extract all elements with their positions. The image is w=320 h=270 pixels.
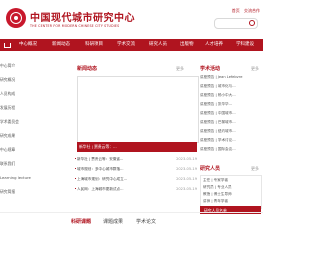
- activity-item[interactable]: 讲座预告 | 张华华...: [200, 102, 260, 110]
- news-item[interactable]: 上海城市规划：研究中心成立... 2023-05-19: [75, 175, 197, 184]
- news-item[interactable]: 人民网：上海城市更新试点... 2023-05-19: [75, 185, 197, 194]
- news-section-title: 新闻动态: [77, 66, 98, 72]
- left-list-item[interactable]: 人员构成: [0, 88, 66, 100]
- nav-item-training[interactable]: 人才培养: [205, 39, 223, 51]
- site-title-cn: 中国现代城市研究中心: [30, 13, 135, 24]
- news-item-date: 2023-05-19: [176, 177, 197, 181]
- news-item-title: 人民网：上海城市更新试点...: [77, 187, 124, 191]
- activities-section-title: 学术活动: [200, 66, 221, 72]
- news-item-date: 2023-05-19: [176, 167, 197, 171]
- divider: [0, 212, 263, 213]
- bullet-icon: [75, 178, 76, 179]
- header-link-home[interactable]: 首页: [232, 8, 240, 13]
- left-list-item[interactable]: 联系我们: [0, 158, 66, 170]
- activities-list: 讲座预告 | Jean Lefebvre 讲座预告 | 城市化与... 讲座预告…: [200, 75, 260, 155]
- researcher-item[interactable]: 研究员 | 专业人员: [203, 185, 259, 191]
- home-icon: [4, 43, 11, 48]
- activity-item[interactable]: 讲座预告 | 纽约城市...: [200, 129, 260, 137]
- tab-results[interactable]: 课题成果: [103, 218, 123, 225]
- nav-item-publications[interactable]: 出版物: [180, 39, 194, 51]
- nav-item-researchers[interactable]: 研究人员: [149, 39, 167, 51]
- activity-item[interactable]: 讲座预告 | 学术讨论...: [200, 138, 260, 146]
- news-item-title: 新华社 | 贾贵云等：安徽省...: [77, 157, 124, 161]
- left-list-item[interactable]: 中心简介: [0, 60, 66, 72]
- news-item-date: 2023-05-19: [176, 157, 197, 161]
- researchers-section-title: 研究人员: [200, 166, 221, 172]
- activity-item[interactable]: 讲座预告 | Jean Lefebvre: [200, 75, 260, 83]
- left-list-item[interactable]: 发展历程: [0, 102, 66, 114]
- left-list-item[interactable]: 学术委员会: [0, 116, 66, 128]
- main-nav: 中心概况 新闻动态 科研项目 学术交流 研究人员 出版物 人才培养 学科建设: [0, 39, 263, 51]
- header-link-cooperation[interactable]: 交流合作: [244, 8, 260, 13]
- news-item[interactable]: 城市规划：多中心城市群落... 2023-05-19: [75, 165, 197, 174]
- researcher-item[interactable]: 讲师 | 青年学者: [203, 199, 259, 205]
- nav-item-projects[interactable]: 科研项目: [85, 39, 103, 51]
- bullet-icon: [75, 188, 76, 189]
- search-input[interactable]: [214, 18, 258, 29]
- news-image-caption[interactable]: 新华社 | 贾贵云等：...: [77, 142, 197, 160]
- left-list-item[interactable]: Learning lecture: [0, 172, 66, 184]
- activity-item[interactable]: 讲座预告 | 巴黎城市...: [200, 120, 260, 128]
- activity-item[interactable]: 讲座预告 | 杨小中大...: [200, 93, 260, 101]
- left-list-item[interactable]: 研究概况: [0, 74, 66, 86]
- tab-projects[interactable]: 科研课题: [71, 218, 91, 225]
- left-list-item[interactable]: 研究成果: [0, 130, 66, 142]
- footer-area: [0, 248, 263, 270]
- researcher-item[interactable]: 教授 | 博士生导师: [203, 192, 259, 198]
- news-item-date: 2023-05-19: [176, 187, 197, 191]
- news-list: 新华社 | 贾贵云等：安徽省... 2023-05-19 城市规划：多中心城市群…: [75, 155, 197, 211]
- left-list-item[interactable]: 中心规章: [0, 144, 66, 156]
- nav-item-overview[interactable]: 中心概况: [19, 39, 37, 51]
- search-icon[interactable]: [249, 20, 255, 26]
- news-image-caption-text: 新华社 | 贾贵云等：...: [79, 144, 117, 149]
- news-more-link[interactable]: 更多: [176, 66, 184, 72]
- researchers-box: 主任 | 专家学者 研究员 | 专业人员 教授 | 博士生导师 讲师 | 青年学…: [200, 175, 262, 209]
- nav-item-discipline[interactable]: 学科建设: [236, 39, 254, 51]
- news-item-title: 城市规划：多中心城市群落...: [77, 167, 124, 171]
- activity-item[interactable]: 讲座预告 | 国际会议...: [200, 147, 260, 155]
- news-item-title: 上海城市规划：研究中心成立...: [77, 177, 128, 181]
- researcher-item[interactable]: 主任 | 专家学者: [203, 178, 259, 184]
- header-links: 首页 交流合作: [229, 8, 260, 14]
- logo-icon: [6, 8, 26, 28]
- tab-papers[interactable]: 学术论文: [136, 218, 156, 225]
- nav-item-news[interactable]: 新闻动态: [52, 39, 70, 51]
- nav-home-button[interactable]: [0, 39, 13, 51]
- activity-item[interactable]: 讲座预告 | 中国城市...: [200, 111, 260, 119]
- news-image[interactable]: [77, 76, 199, 143]
- bullet-icon: [75, 158, 76, 159]
- site-header: 中国现代城市研究中心 THE CENTER FOR MODERN CHINESE…: [0, 0, 263, 38]
- left-list-item[interactable]: 研究简报: [0, 186, 66, 198]
- news-item[interactable]: 新华社 | 贾贵云等：安徽省... 2023-05-19: [75, 155, 197, 164]
- researchers-more-link[interactable]: 更多: [251, 166, 259, 172]
- site-title-en: THE CENTER FOR MODERN CHINESE CITY STUDI…: [30, 24, 120, 28]
- activities-more-link[interactable]: 更多: [251, 66, 259, 72]
- bottom-tabs: 科研课题 课题成果 学术论文: [0, 218, 263, 228]
- nav-item-exchange[interactable]: 学术交流: [117, 39, 135, 51]
- activity-item[interactable]: 讲座预告 | 城市化与...: [200, 84, 260, 92]
- bullet-icon: [75, 168, 76, 169]
